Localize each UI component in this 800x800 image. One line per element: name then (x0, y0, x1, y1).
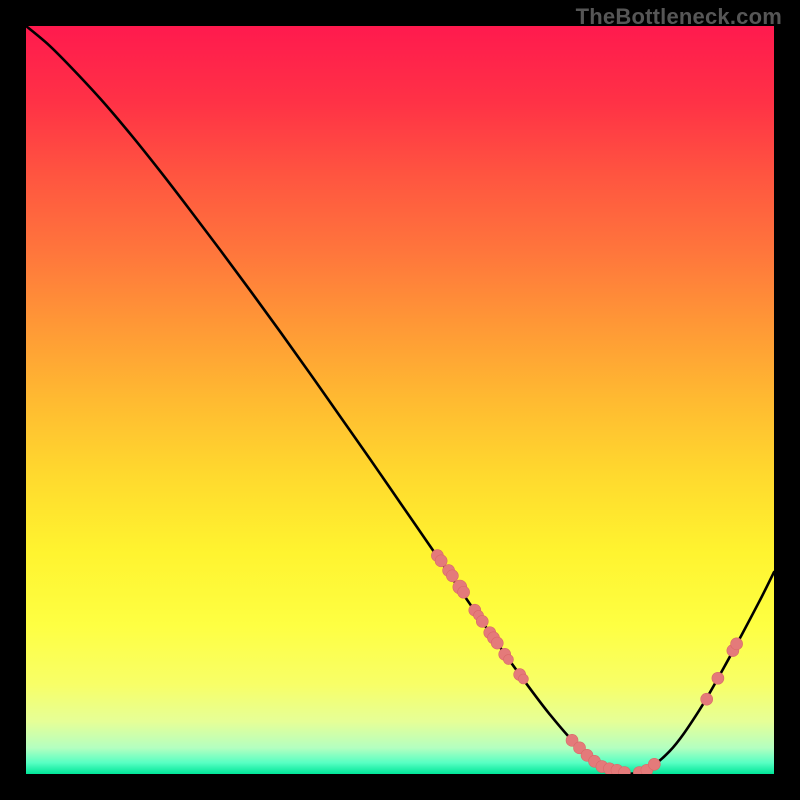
data-point (435, 555, 447, 567)
data-point (648, 758, 660, 770)
chart-frame: TheBottleneck.com (0, 0, 800, 800)
data-point (731, 638, 743, 650)
data-point (458, 586, 470, 598)
data-point (491, 637, 503, 649)
plot-area (26, 26, 774, 774)
data-point (701, 693, 713, 705)
data-point (446, 570, 458, 582)
data-point (503, 655, 513, 665)
data-point (518, 674, 528, 684)
data-point (476, 615, 488, 627)
data-point (712, 672, 724, 684)
chart-svg (26, 26, 774, 774)
gradient-background (26, 26, 774, 774)
